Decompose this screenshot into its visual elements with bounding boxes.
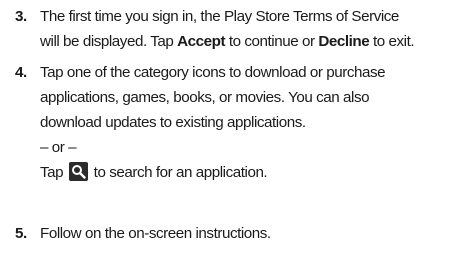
text-run: to search for an application. — [89, 164, 268, 181]
step-line: Tap one of the category icons to downloa… — [40, 64, 386, 81]
step-line: Tap to search for an application. — [40, 160, 465, 185]
step-line: will be displayed. Tap Accept to continu… — [40, 29, 465, 54]
step-line: applications, games, books, or movies. Y… — [40, 89, 370, 106]
step-text: The first time you sign in, the Play Sto… — [40, 4, 465, 54]
alternative-separator: – or – — [40, 139, 77, 156]
step-number: 5. — [15, 225, 27, 242]
text-run: will be displayed. Tap — [40, 33, 178, 50]
step-text: Tap one of the category icons to downloa… — [40, 60, 465, 185]
decline-term: Decline — [318, 33, 370, 50]
step-line: download updates to existing application… — [40, 114, 306, 131]
text-run: to continue or — [225, 33, 319, 50]
step-line: The first time you sign in, the Play Sto… — [40, 8, 399, 25]
step-text: Follow on the on-screen instructions. — [40, 221, 465, 246]
step-number: 4. — [15, 64, 27, 81]
step-number: 3. — [15, 8, 27, 25]
accept-term: Accept — [177, 33, 226, 50]
step-line: Follow on the on-screen instructions. — [40, 225, 271, 242]
text-run: to exit. — [369, 33, 415, 50]
search-icon — [68, 162, 88, 181]
text-run: Tap — [40, 164, 67, 181]
